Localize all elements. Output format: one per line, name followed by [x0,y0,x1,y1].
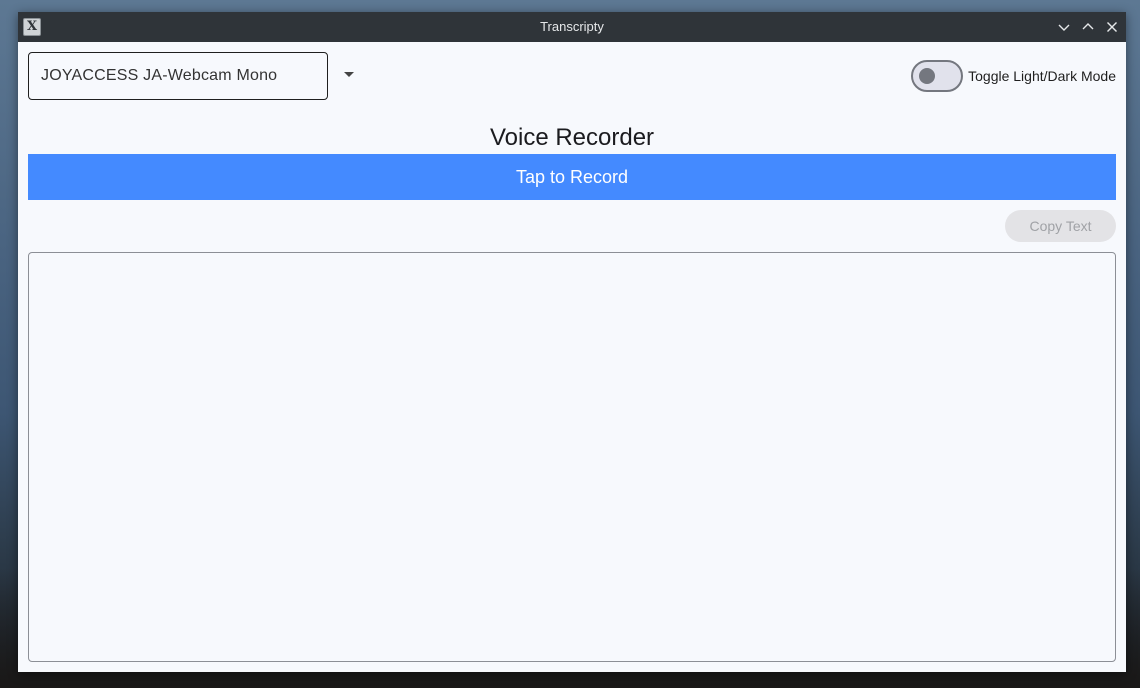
window-controls [1054,17,1122,37]
maximize-button[interactable] [1078,17,1098,37]
chevron-down-icon [1058,24,1070,31]
audio-device-select[interactable]: JOYACCESS JA-Webcam Mono [28,52,328,100]
close-button[interactable] [1102,17,1122,37]
dropdown-arrow-icon[interactable] [344,72,354,77]
theme-toggle: Toggle Light/Dark Mode [911,60,1116,92]
copy-text-button[interactable]: Copy Text [1005,210,1116,242]
switch-thumb [919,68,936,84]
app-content: JOYACCESS JA-Webcam Mono Toggle Light/Da… [18,42,1126,672]
record-button[interactable]: Tap to Record [28,154,1116,200]
page-title: Voice Recorder [489,124,655,151]
transcript-textarea[interactable] [28,252,1116,662]
close-icon [1107,22,1117,32]
title-bar[interactable]: X Transcripty [18,12,1126,42]
chevron-up-icon [1082,23,1094,30]
minimize-button[interactable] [1054,17,1074,37]
window-title: Transcripty [540,19,604,34]
theme-switch[interactable] [911,60,964,92]
app-window: X Transcripty JOYACCESS JA-Webcam Mono T… [18,12,1126,672]
theme-toggle-label: Toggle Light/Dark Mode [968,68,1116,84]
